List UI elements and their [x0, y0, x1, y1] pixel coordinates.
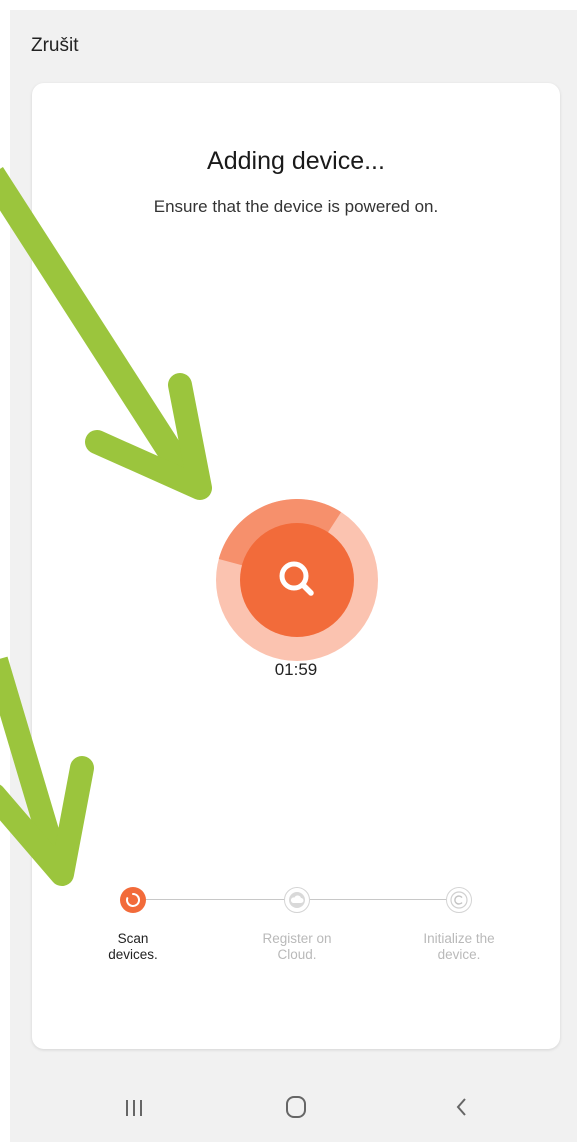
step-register-indicator — [284, 887, 310, 913]
home-icon[interactable] — [283, 1094, 309, 1120]
step-initialize-label: Initialize the device. — [423, 931, 495, 962]
step-connector — [310, 899, 456, 900]
loading-spinner-icon — [126, 892, 140, 907]
step-initialize-indicator — [446, 887, 472, 913]
add-device-card: Adding device... Ensure that the device … — [32, 83, 560, 1049]
step-scan-label: Scan devices. — [108, 931, 158, 962]
cancel-button[interactable]: Zrušit — [31, 35, 79, 57]
search-progress-indicator — [216, 499, 378, 661]
recent-apps-icon[interactable] — [122, 1096, 146, 1120]
initialize-icon — [450, 891, 468, 909]
step-register-label: Register on Cloud. — [262, 931, 332, 962]
page-title: Adding device... — [207, 147, 385, 175]
step-scan-indicator — [120, 887, 146, 913]
system-navigation-bar — [10, 1070, 577, 1142]
search-button-core — [240, 523, 354, 637]
step-connector — [145, 899, 296, 900]
countdown-timer: 01:59 — [274, 660, 318, 679]
progress-steps: Scan devices. Register on Cloud. Initial… — [32, 883, 560, 993]
cloud-icon — [289, 892, 305, 908]
instruction-text: Ensure that the device is powered on. — [153, 197, 439, 216]
back-icon[interactable] — [450, 1095, 474, 1119]
app-screen: Zrušit Adding device... Ensure that the … — [10, 10, 577, 1142]
